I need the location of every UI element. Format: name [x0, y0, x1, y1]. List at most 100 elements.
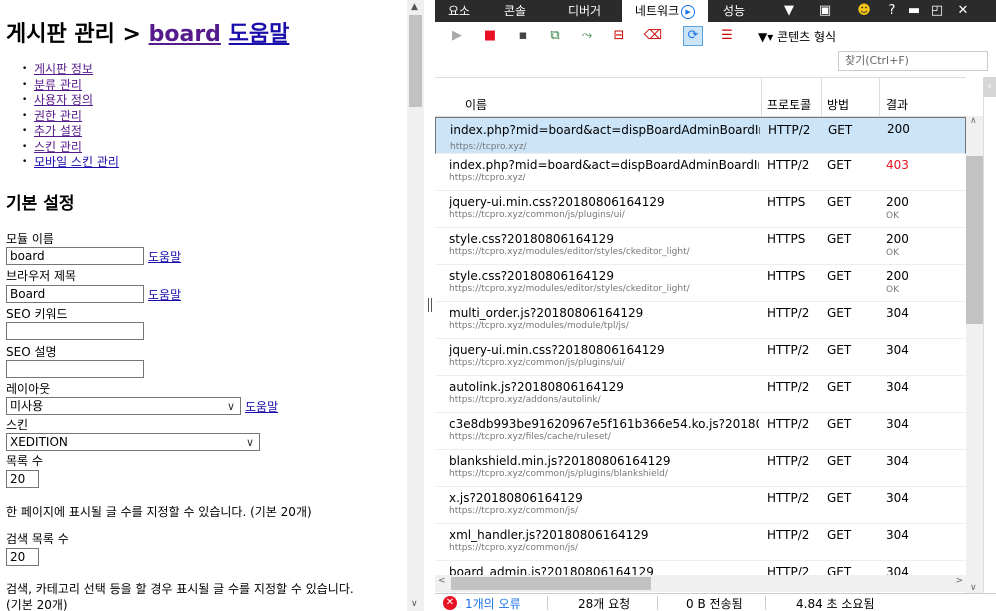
- menu-link-skin[interactable]: 스킨 관리: [34, 140, 82, 154]
- page-title: 게시판 관리 > board 도움말: [6, 16, 289, 48]
- column-divider[interactable]: [761, 78, 762, 116]
- request-row[interactable]: jquery-ui.min.css?20180806164129 https://…: [435, 191, 966, 228]
- tab-performance[interactable]: 성능: [708, 0, 760, 22]
- tab-performance-label: 성능: [722, 4, 746, 18]
- request-name-cell: index.php?mid=board&act=dispBoardAdminBo…: [449, 158, 759, 183]
- request-row[interactable]: multi_order.js?20180806164129 https://tcp…: [435, 302, 966, 339]
- browser-title-help-link[interactable]: 도움말: [148, 286, 181, 303]
- request-protocol: HTTPS: [767, 232, 806, 246]
- expand-details-icon[interactable]: ‹: [983, 77, 996, 97]
- help-icon[interactable]: ?: [884, 0, 900, 22]
- close-icon[interactable]: ✕: [955, 0, 971, 22]
- search-count-input[interactable]: 20: [6, 548, 39, 566]
- list-count-input[interactable]: 20: [6, 470, 39, 488]
- request-name: xml_handler.js?20180806164129: [449, 528, 649, 542]
- request-url: https://tcpro.xyz/: [450, 142, 527, 152]
- stop-record-icon[interactable]: ■: [480, 26, 500, 46]
- page-title-prefix: 게시판 관리 >: [6, 22, 149, 47]
- feedback-smiley-icon[interactable]: ☻: [855, 0, 873, 22]
- undock-icon[interactable]: ◰: [928, 0, 946, 22]
- grid-vertical-scrollbar[interactable]: ∧ ∨: [966, 116, 983, 593]
- request-row[interactable]: index.php?mid=board&act=dispBoardAdminBo…: [435, 117, 966, 154]
- request-row[interactable]: c3e8db993be91620967e5f161b366e54.ko.js?2…: [435, 413, 966, 450]
- request-row[interactable]: jquery-ui.min.css?20180806164129 https://…: [435, 339, 966, 376]
- play-icon[interactable]: ▶: [447, 26, 467, 46]
- page-scrollbar[interactable]: ▲ ∨: [407, 0, 424, 611]
- request-row[interactable]: x.js?20180806164129 https://tcpro.xyz/com…: [435, 487, 966, 524]
- splitter-grip-icon[interactable]: [428, 298, 432, 312]
- clear-entries-icon[interactable]: ⊟: [609, 26, 629, 46]
- column-result[interactable]: 결과: [886, 95, 908, 115]
- request-row[interactable]: blankshield.min.js?20180806164129 https:/…: [435, 450, 966, 487]
- scroll-down-icon[interactable]: ∨: [411, 599, 418, 609]
- seo-desc-input[interactable]: [6, 360, 144, 378]
- request-status-code: 304: [886, 380, 909, 394]
- grid-hscroll-thumb[interactable]: [451, 577, 651, 590]
- column-divider[interactable]: [821, 78, 822, 116]
- layout-select-value: 미사용: [10, 399, 44, 413]
- error-icon[interactable]: ✕: [443, 596, 457, 610]
- scroll-left-icon[interactable]: <: [438, 576, 446, 586]
- scroll-down-icon[interactable]: ∨: [970, 583, 977, 593]
- always-refresh-icon[interactable]: ⟳: [683, 26, 703, 46]
- network-search-input[interactable]: 찾기(Ctrl+F): [838, 51, 988, 71]
- more-tabs-icon[interactable]: ▼: [780, 0, 798, 22]
- seo-keyword-input[interactable]: [6, 322, 144, 340]
- request-result-cell: 304: [886, 380, 909, 394]
- request-protocol: HTTP/2: [767, 380, 810, 394]
- network-request-grid: 이름 프로토콜 방법 결과 index.php?mid=board&act=di…: [435, 77, 966, 594]
- grid-scrollbar-thumb[interactable]: [966, 156, 983, 324]
- column-name[interactable]: 이름: [465, 95, 487, 115]
- clear-cache-icon[interactable]: ⌫: [643, 26, 663, 46]
- tab-console[interactable]: 콘솔: [483, 0, 547, 22]
- menu-link-category[interactable]: 분류 관리: [34, 78, 82, 92]
- request-row[interactable]: index.php?mid=board&act=dispBoardAdminBo…: [435, 154, 966, 191]
- scroll-right-icon[interactable]: >: [955, 576, 963, 586]
- menu-link-mobile-skin[interactable]: 모바일 스킨 관리: [34, 155, 119, 169]
- request-url: https://tcpro.xyz/common/js/plugins/ui/: [449, 358, 625, 368]
- request-row[interactable]: style.css?20180806164129 https://tcpro.xy…: [435, 228, 966, 265]
- save-icon[interactable]: ▪: [513, 26, 533, 46]
- menu-link-extra-settings[interactable]: 추가 설정: [34, 124, 82, 138]
- menu-link-permissions[interactable]: 권한 관리: [34, 109, 82, 123]
- scroll-up-icon[interactable]: ∧: [970, 116, 977, 126]
- column-method[interactable]: 방법: [827, 95, 849, 115]
- chevron-down-icon: ∨: [245, 436, 254, 449]
- tab-elements[interactable]: 요소: [435, 0, 483, 22]
- dock-icon[interactable]: ▬: [905, 0, 923, 22]
- scroll-up-icon[interactable]: ▲: [411, 2, 418, 12]
- menu-link-board-info[interactable]: 게시판 정보: [34, 62, 93, 76]
- request-url: https://tcpro.xyz/: [449, 173, 526, 183]
- layout-help-link[interactable]: 도움말: [245, 398, 278, 415]
- chevron-down-icon: ∨: [226, 400, 235, 413]
- module-name-input[interactable]: board: [6, 247, 144, 265]
- layout-select[interactable]: 미사용 ∨: [6, 397, 241, 415]
- error-count-link[interactable]: 1개의 오류: [465, 595, 521, 611]
- request-url: https://tcpro.xyz/modules/editor/styles/…: [449, 247, 690, 257]
- menu-link-user-defined[interactable]: 사용자 정의: [34, 93, 93, 107]
- column-divider[interactable]: [879, 78, 880, 116]
- board-title-link[interactable]: board: [149, 22, 221, 47]
- page-scrollbar-thumb[interactable]: [409, 15, 422, 107]
- grid-horizontal-scrollbar[interactable]: < >: [435, 575, 966, 592]
- request-row[interactable]: style.css?20180806164129 https://tcpro.xy…: [435, 265, 966, 302]
- request-row[interactable]: autolink.js?20180806164129 https://tcpro.…: [435, 376, 966, 413]
- request-result-cell: 200 OK: [886, 195, 909, 223]
- column-protocol[interactable]: 프로토콜: [767, 95, 811, 115]
- request-method: GET: [827, 343, 852, 357]
- tab-network[interactable]: 네트워크 ▶: [622, 0, 708, 22]
- module-name-help-link[interactable]: 도움말: [148, 248, 181, 265]
- devtools-splitter[interactable]: [424, 0, 435, 611]
- request-row[interactable]: xml_handler.js?20180806164129 https://tcp…: [435, 524, 966, 561]
- request-result-cell: 304: [886, 491, 909, 505]
- import-icon[interactable]: ⧉: [545, 26, 565, 46]
- tab-debugger[interactable]: 디버거: [547, 0, 622, 22]
- skin-select[interactable]: XEDITION ∨: [6, 433, 260, 451]
- content-type-filter[interactable]: ▼▾ 콘텐츠 형식: [758, 28, 836, 45]
- browser-title-input[interactable]: Board: [6, 285, 144, 303]
- clear-cookies-icon[interactable]: ☰: [717, 26, 737, 46]
- console-toggle-icon[interactable]: ▣: [816, 0, 834, 22]
- clear-session-icon[interactable]: ⤳: [577, 26, 597, 46]
- title-help-link[interactable]: 도움말: [229, 22, 290, 47]
- request-result-cell: 200 OK: [886, 269, 909, 297]
